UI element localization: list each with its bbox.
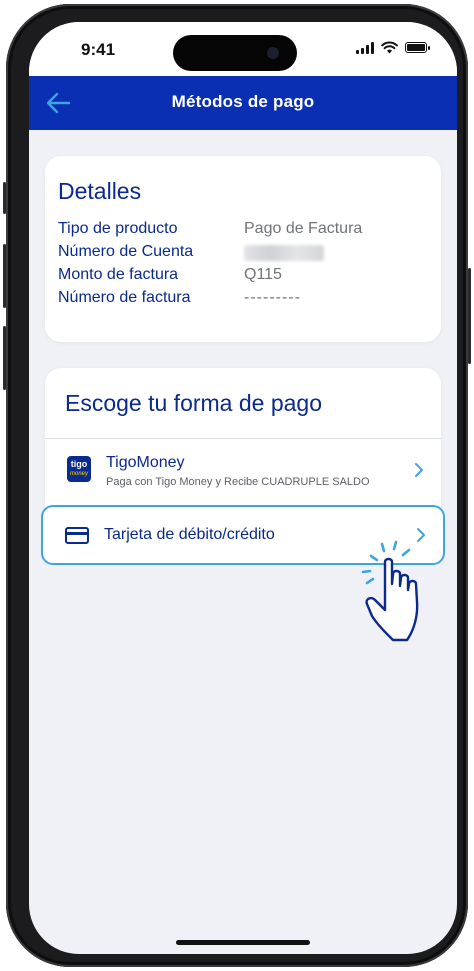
screen: 9:41 Métodos de pago Detalles Tipo de pr… <box>29 22 457 954</box>
details-card: Detalles Tipo de producto Pago de Factur… <box>45 156 441 342</box>
app-bar: Métodos de pago <box>29 76 457 130</box>
action-button <box>3 182 6 214</box>
detail-value: Q115 <box>244 266 282 283</box>
detail-value-redacted <box>244 243 324 266</box>
detail-row-account-number: Número de Cuenta <box>58 243 428 265</box>
detail-label: Número de factura <box>58 289 191 306</box>
detail-label: Monto de factura <box>58 266 179 283</box>
volume-down-button <box>3 326 6 390</box>
credit-card-icon <box>65 527 89 544</box>
payment-methods-card: Escoge tu forma de pago tigo money TigoM… <box>41 368 445 565</box>
chevron-right-icon <box>415 463 423 477</box>
redacted-account-number <box>244 245 324 261</box>
detail-label: Número de Cuenta <box>58 243 194 260</box>
wifi-icon <box>381 41 398 54</box>
detail-row-invoice-number: Número de factura --------- <box>58 289 428 311</box>
detail-label: Tipo de producto <box>58 220 178 237</box>
payment-title: Escoge tu forma de pago <box>65 390 322 416</box>
detail-row-invoice-amount: Monto de factura Q115 <box>58 266 428 288</box>
volume-up-button <box>3 244 6 308</box>
phone-frame: 9:41 Métodos de pago Detalles Tipo de pr… <box>3 4 471 967</box>
tigo-money-logo-icon: tigo money <box>67 456 91 482</box>
system-icons <box>356 41 430 54</box>
home-indicator[interactable] <box>176 940 310 945</box>
method-name: Tarjeta de débito/crédito <box>104 526 275 543</box>
details-title: Detalles <box>58 178 142 204</box>
detail-value: --------- <box>244 289 301 306</box>
status-bar: 9:41 <box>29 22 457 76</box>
detail-row-product-type: Tipo de producto Pago de Factura <box>58 220 428 242</box>
payment-method-tigomoney[interactable]: tigo money TigoMoney Paga con Tigo Money… <box>45 440 441 500</box>
camera-icon <box>267 47 279 59</box>
status-time: 9:41 <box>81 40 116 59</box>
detail-value: Pago de Factura <box>244 220 363 237</box>
chevron-right-icon <box>417 528 425 542</box>
battery-icon <box>405 42 430 53</box>
method-subtitle: Paga con Tigo Money y Recibe CUADRUPLE S… <box>106 476 370 488</box>
method-name: TigoMoney <box>106 454 185 471</box>
page-title: Métodos de pago <box>171 92 315 111</box>
cellular-signal-icon <box>356 41 374 54</box>
payment-method-card[interactable]: Tarjeta de débito/crédito <box>41 505 445 565</box>
dynamic-island <box>173 35 297 71</box>
power-button <box>468 268 471 364</box>
divider <box>45 438 441 439</box>
